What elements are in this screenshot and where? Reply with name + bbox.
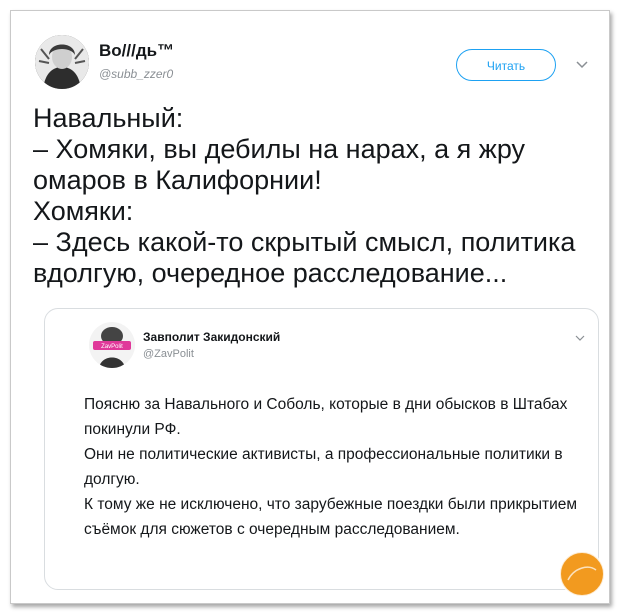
watermark-logo (558, 550, 606, 598)
author-handle[interactable]: @subb_zzer0 (99, 67, 173, 81)
quoted-author-handle[interactable]: @ZavPolit (143, 348, 194, 360)
quoted-tweet[interactable]: ZavPolit Завполит Закидонский @ZavPolit … (44, 308, 599, 590)
portrait-avatar-icon (35, 35, 89, 89)
quoted-author-name[interactable]: Завполит Закидонский (143, 330, 280, 344)
chevron-down-icon[interactable] (575, 57, 589, 71)
quoted-author-avatar[interactable]: ZavPolit (89, 322, 135, 368)
author-name[interactable]: Во///дь™ (99, 41, 174, 61)
quoted-tweet-text: Поясню за Навального и Соболь, которые в… (84, 396, 578, 538)
tweet-text: Навальный: – Хомяки, вы дебилы на нарах,… (33, 103, 576, 288)
follow-button[interactable]: Читать (456, 49, 556, 81)
quoted-chevron-down-icon[interactable] (575, 333, 585, 343)
zavpolit-avatar-label: ZavPolit (101, 344, 123, 350)
author-avatar[interactable] (35, 35, 89, 89)
tweet-card: Во///дь™ @subb_zzer0 Читать Навальный: –… (10, 10, 610, 604)
nyka-logo-icon (559, 551, 605, 597)
zavpolit-avatar-icon: ZavPolit (89, 322, 135, 368)
